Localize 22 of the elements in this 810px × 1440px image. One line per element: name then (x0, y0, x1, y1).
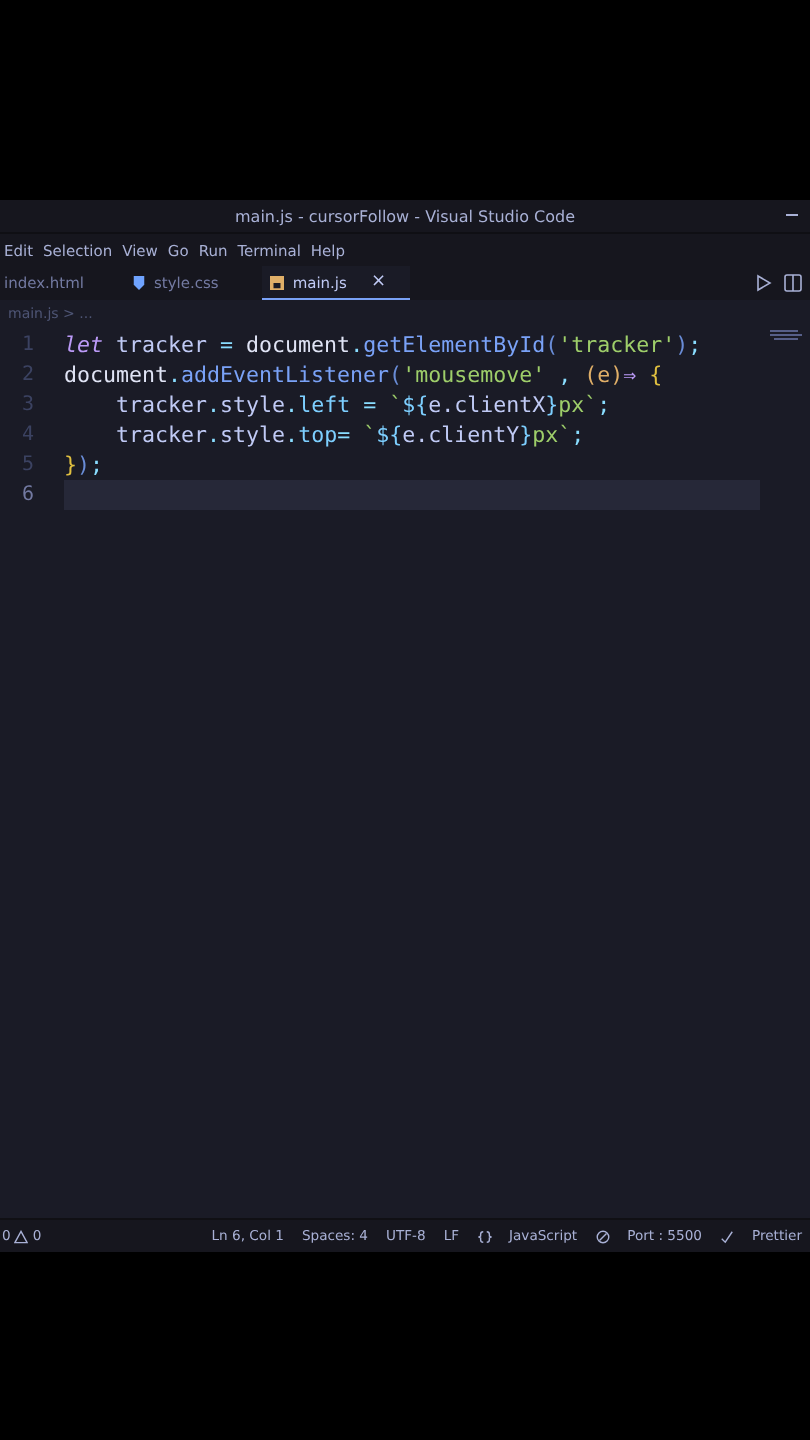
line-number: 2 (19, 364, 34, 386)
code-line: }); (64, 450, 106, 480)
code-line: let tracker = document.getElementById('tracker'); (64, 330, 704, 360)
check-icon (719, 1229, 734, 1243)
code-line: tracker.style.left = `${e.clientX}px`; (114, 390, 613, 420)
line-number: 1 (19, 334, 34, 356)
braces-icon (477, 1229, 492, 1243)
line-number: 6 (19, 484, 34, 506)
run-icon[interactable] (754, 274, 772, 292)
window-title: main.js - cursorFollow - Visual Studio Code (235, 207, 575, 225)
minimap-drawing[interactable] (770, 330, 806, 342)
shield-icon (132, 276, 146, 290)
code-line: document.addEventListener('mousemove' , (e)⇒ { (64, 360, 665, 390)
code-line: tracker.style.top= `${e.clientY}px`; (114, 420, 587, 450)
js-file-icon (270, 275, 285, 289)
warning-icon (14, 1229, 29, 1243)
line-number: 3 (19, 394, 34, 416)
line-number: 5 (19, 454, 34, 476)
split-editor-icon[interactable] (784, 274, 802, 292)
circle-slash-icon (595, 1229, 610, 1243)
close-icon[interactable]: × (370, 272, 386, 292)
line-number: 4 (19, 424, 34, 446)
